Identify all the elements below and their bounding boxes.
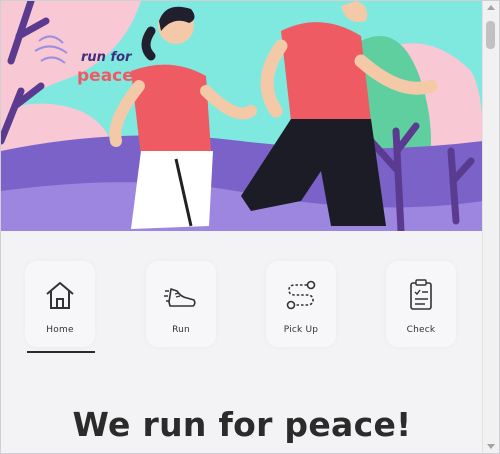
vertical-scrollbar[interactable] [482,1,499,453]
nav-run-label: Run [172,325,190,335]
nav-check-label: Check [406,325,436,335]
nav-home[interactable]: Home [25,261,95,347]
nav-check[interactable]: Check [386,261,456,347]
nav-pickup[interactable]: Pick Up [266,261,336,347]
nav-run[interactable]: Run [146,261,216,347]
hero-illustration: run for peace [1,1,483,231]
page-frame: run for peace Home Run Pick Up Check We … [0,0,500,454]
scroll-thumb[interactable] [486,21,495,49]
runners-illustration: run for peace [1,1,483,231]
scroll-up-arrow-icon[interactable] [487,5,495,10]
scroll-down-arrow-icon[interactable] [487,444,495,449]
clipboard-check-icon [410,279,432,310]
svg-text:peace: peace [77,66,134,86]
bottom-nav: Home Run Pick Up Check [1,253,483,363]
nav-pickup-label: Pick Up [283,325,319,335]
active-tab-indicator [27,351,95,353]
running-shoe-icon [164,288,196,307]
page-headline: We run for peace! [72,405,412,444]
home-icon [46,282,74,309]
nav-home-label: Home [46,325,74,335]
route-pickup-icon [286,280,316,310]
svg-text:run for: run for [81,50,133,65]
